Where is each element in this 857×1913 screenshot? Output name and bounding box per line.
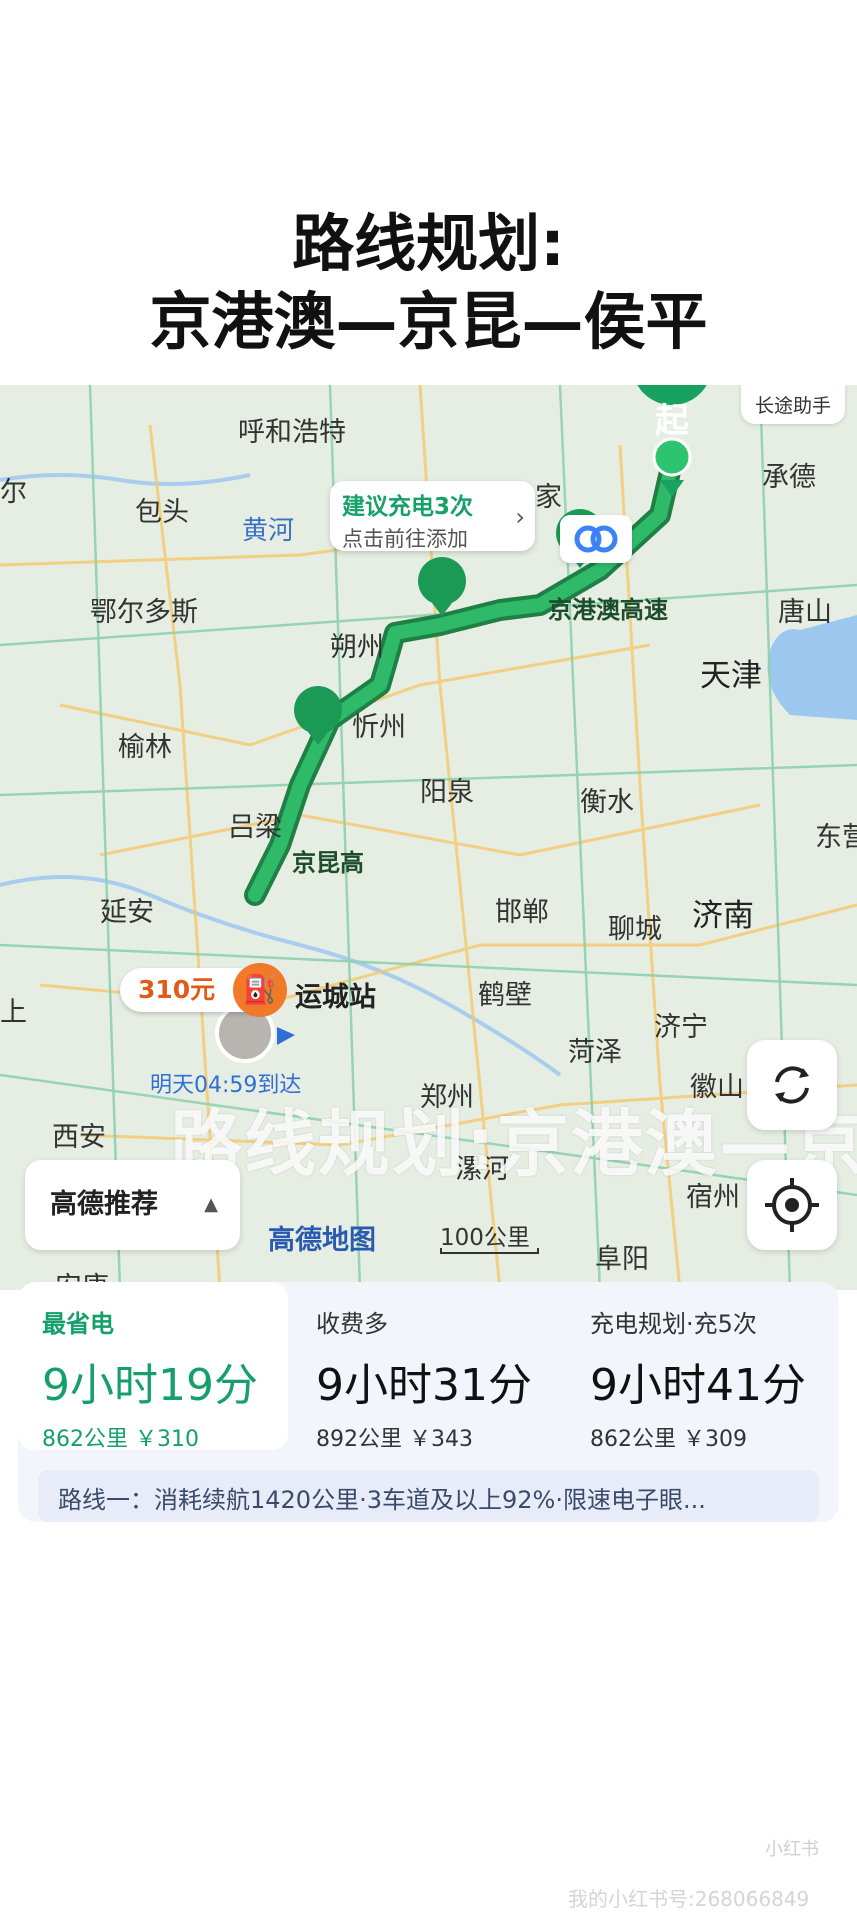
route-option-name: 充电规划·充5次	[590, 1310, 757, 1338]
city-label: 阜阳	[595, 1244, 649, 1275]
refresh-icon	[775, 1066, 809, 1104]
map-view[interactable]: 长途助手 呼和浩特 包头 鄂尔多斯 朔州 忻州 阳泉 榆林 吕梁 延安 邯郸 聊…	[0, 385, 857, 1290]
route-preference-dropdown[interactable]: 高德推荐 ▲	[25, 1160, 240, 1250]
city-label: 济南	[692, 898, 754, 934]
route-option-meta: 862公里 ￥309	[590, 1427, 747, 1452]
city-label: 唐山	[778, 597, 832, 628]
city-label: 呼和浩特	[238, 417, 346, 448]
city-label: 聊城	[608, 914, 662, 945]
route-option-3[interactable]: 充电规划·充5次 9小时41分 862公里 ￥309	[566, 1282, 836, 1452]
page-title: 路线规划: 京港澳—京昆—侯平	[0, 205, 857, 361]
link-rings-icon	[574, 525, 618, 553]
destination-station-label: 运城站	[295, 982, 376, 1013]
city-label: 东营	[815, 822, 857, 853]
highway-label: 京港澳高速	[548, 596, 668, 624]
route-option-duration: 9小时19分	[42, 1360, 258, 1411]
start-marker[interactable]: 起	[650, 393, 694, 442]
route-detail-summary[interactable]: 路线一：消耗续航1420公里·3车道及以上92%·限速电子眼...	[38, 1470, 819, 1522]
city-label: 忻州	[352, 712, 406, 743]
title-line-1: 路线规划:	[292, 207, 565, 280]
city-label: 阳泉	[420, 777, 474, 808]
city-label: 鄂尔多斯	[90, 597, 198, 628]
route-preference-label: 高德推荐	[50, 1189, 158, 1220]
charge-suggestion-subtitle: 点击前往添加	[342, 527, 468, 551]
city-label: 西安	[52, 1122, 106, 1153]
locate-me-button[interactable]	[747, 1160, 837, 1250]
chevron-right-icon: ›	[515, 503, 525, 531]
city-label: 衡水	[580, 787, 634, 818]
city-label: 家	[535, 482, 562, 513]
long-trip-assistant-button[interactable]: 长途助手	[740, 385, 845, 424]
route-option-meta: 892公里 ￥343	[316, 1427, 473, 1452]
city-label: 尔	[0, 477, 27, 508]
route-option-2[interactable]: 收费多 9小时31分 892公里 ￥343	[292, 1282, 562, 1452]
city-label: 榆林	[118, 732, 172, 763]
caret-up-icon: ▲	[204, 1194, 218, 1215]
city-label: 邯郸	[495, 897, 549, 928]
route-option-duration: 9小时31分	[316, 1360, 532, 1411]
city-label: 菏泽	[568, 1037, 622, 1068]
title-line-2: 京港澳—京昆—侯平	[149, 285, 708, 358]
route-option-meta: 862公里 ￥310	[42, 1427, 199, 1452]
charging-station-icon: ⛽	[233, 963, 287, 1017]
author-id-watermark: 我的小红书号:268066849	[568, 1887, 810, 1911]
route-options-panel: 最省电 9小时19分 862公里 ￥310 收费多 9小时31分 892公里 ￥…	[18, 1282, 839, 1522]
charge-suggestion-title: 建议充电3次	[342, 494, 474, 520]
route-option-duration: 9小时41分	[590, 1360, 806, 1411]
route-option-name: 收费多	[316, 1310, 388, 1338]
city-label: 吕梁	[228, 812, 282, 843]
route-overview-button[interactable]	[560, 515, 632, 563]
xiaohongshu-badge: 小红书	[765, 1839, 819, 1860]
amap-logo: 高德地图	[268, 1225, 376, 1256]
crosshair-icon	[765, 1178, 819, 1232]
map-scale-label: 100公里	[440, 1225, 530, 1251]
city-label: 包头	[135, 497, 189, 528]
map-scale-bar	[440, 1248, 539, 1254]
route-option-name: 最省电	[42, 1310, 114, 1338]
city-label: 鹤壁	[478, 980, 532, 1011]
refresh-button[interactable]	[747, 1040, 837, 1130]
charge-suggestion-tooltip[interactable]: 建议充电3次 点击前往添加 ›	[330, 481, 535, 551]
city-label: 朔州	[330, 632, 384, 663]
city-label: 济宁	[654, 1012, 708, 1043]
city-label: 延安	[100, 897, 154, 928]
city-label: 天津	[700, 658, 762, 694]
highway-label: 京昆高	[292, 849, 364, 877]
city-label: 上	[0, 997, 27, 1028]
river-label: 黄河	[242, 516, 295, 546]
route-option-1[interactable]: 最省电 9小时19分 862公里 ￥310	[18, 1282, 288, 1452]
city-label: 承德	[762, 462, 816, 493]
